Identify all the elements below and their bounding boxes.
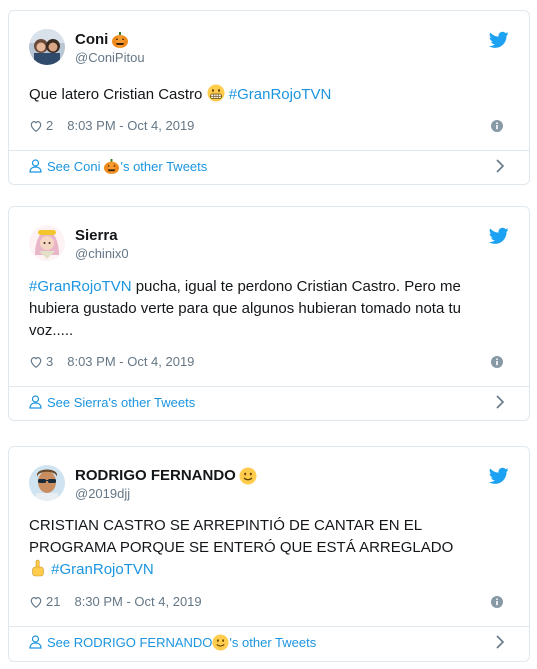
pumpkin-emoji xyxy=(104,158,120,174)
smiling-face-emoji xyxy=(239,467,257,485)
twitter-bird-icon[interactable] xyxy=(489,467,509,485)
twitter-bird-icon[interactable] xyxy=(489,227,509,245)
person-icon xyxy=(29,159,42,173)
user-handle[interactable]: @chinix0 xyxy=(75,246,129,262)
like-count[interactable]: 21 xyxy=(46,593,60,611)
tweet-meta: 21 8:30 PM - Oct 4, 2019 xyxy=(29,593,509,611)
tweet-text: #GranRojoTVN pucha, igual te perdono Cri… xyxy=(29,278,461,339)
tweet-timestamp[interactable]: 8:03 PM - Oct 4, 2019 xyxy=(67,353,194,371)
person-icon xyxy=(29,395,42,409)
other-tweets-link[interactable]: See RODRIGO FERNANDO 's other Tweets xyxy=(29,631,509,653)
avatar[interactable] xyxy=(29,465,65,501)
tweet-meta: 3 8:03 PM - Oct 4, 2019 xyxy=(29,353,509,371)
divider xyxy=(9,626,529,627)
like-count[interactable]: 2 xyxy=(46,117,53,135)
info-icon[interactable] xyxy=(491,596,503,608)
chevron-right-icon[interactable] xyxy=(495,635,505,649)
tweet-timestamp[interactable]: 8:03 PM - Oct 4, 2019 xyxy=(67,117,194,135)
tweet-text: Que latero Cristian Castro #GranRojoTVN xyxy=(29,84,332,103)
pointing-up-emoji xyxy=(32,559,44,577)
tweet-header: Coni @ConiPitou xyxy=(29,27,509,67)
user-handle[interactable]: @ConiPitou xyxy=(75,50,145,66)
divider xyxy=(9,150,529,151)
hashtag-link[interactable]: #GranRojoTVN xyxy=(51,561,154,578)
tweet-card: Coni @ConiPitou Que latero Cristian Cast… xyxy=(8,10,530,185)
divider xyxy=(9,386,529,387)
heart-icon[interactable] xyxy=(29,355,43,369)
chevron-right-icon[interactable] xyxy=(495,159,505,173)
tweet-card: Sierra @chinix0 #GranRojoTVN pucha, igua… xyxy=(8,206,530,421)
hashtag-link[interactable]: #GranRojoTVN xyxy=(229,86,332,103)
user-handle[interactable]: @2019djj xyxy=(75,486,257,502)
avatar[interactable] xyxy=(29,29,65,65)
tweet-text: CRISTIAN CASTRO SE ARREPINTIÓ DE CANTAR … xyxy=(29,517,454,578)
other-tweets-link[interactable]: See Coni 's other Tweets xyxy=(29,155,509,177)
avatar[interactable] xyxy=(29,225,65,261)
display-name[interactable]: Sierra xyxy=(75,227,118,245)
grimacing-face-emoji xyxy=(207,84,225,102)
smiling-face-emoji xyxy=(212,633,229,651)
other-tweets-link[interactable]: See Sierra's other Tweets xyxy=(29,391,509,413)
tweet-header: RODRIGO FERNANDO @2019djj xyxy=(29,463,509,503)
heart-icon[interactable] xyxy=(29,595,43,609)
chevron-right-icon[interactable] xyxy=(495,395,505,409)
tweet-timestamp[interactable]: 8:30 PM - Oct 4, 2019 xyxy=(74,593,201,611)
hashtag-link[interactable]: #GranRojoTVN xyxy=(29,278,132,295)
tweet-header: Sierra @chinix0 xyxy=(29,223,509,263)
like-count[interactable]: 3 xyxy=(46,353,53,371)
person-icon xyxy=(29,635,42,649)
info-icon[interactable] xyxy=(491,120,503,132)
tweet-meta: 2 8:03 PM - Oct 4, 2019 xyxy=(29,117,509,135)
heart-icon[interactable] xyxy=(29,119,43,133)
display-name[interactable]: Coni xyxy=(75,31,129,49)
tweet-card: RODRIGO FERNANDO @2019djj CRISTIAN CASTR… xyxy=(8,446,530,662)
display-name[interactable]: RODRIGO FERNANDO xyxy=(75,467,257,485)
pumpkin-emoji xyxy=(112,32,129,48)
info-icon[interactable] xyxy=(491,356,503,368)
twitter-bird-icon[interactable] xyxy=(489,31,509,49)
